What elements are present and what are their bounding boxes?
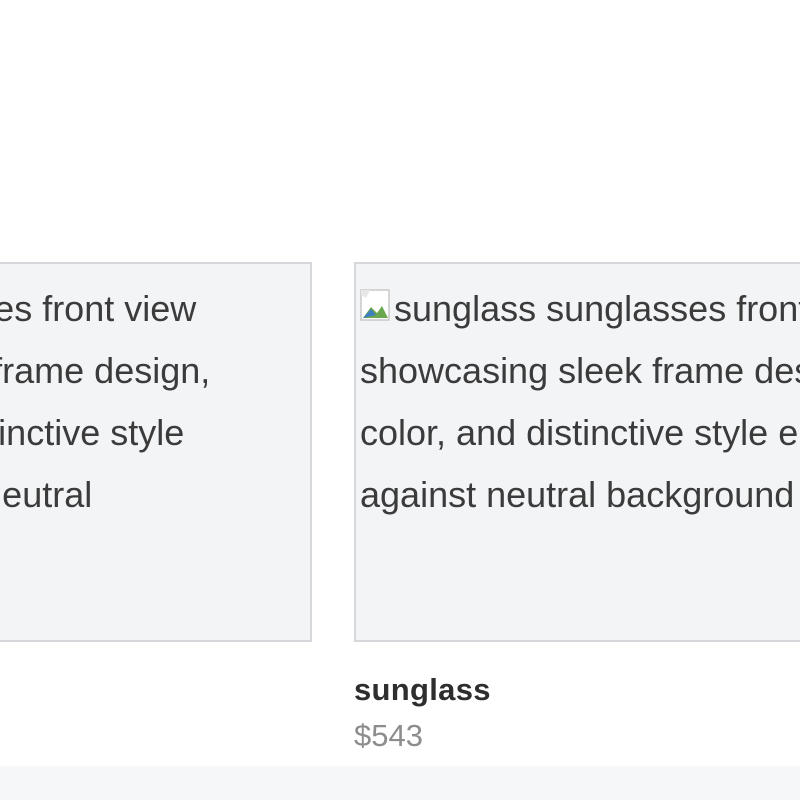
product-card[interactable]: sunglass sunglasses front view showcasin… — [0, 262, 312, 642]
product-image[interactable]: sunglass sunglasses front view showcasin… — [354, 262, 800, 642]
broken-image-icon — [360, 289, 392, 323]
alt-text-content: sunglass sunglasses front view showcasin… — [0, 288, 211, 515]
footer-strip — [0, 766, 800, 800]
product-image[interactable]: sunglass sunglasses front view showcasin… — [0, 262, 312, 642]
product-card[interactable]: sunglass sunglasses front view showcasin… — [354, 262, 800, 754]
image-alt-text: sunglass sunglasses front view showcasin… — [0, 278, 260, 588]
product-name[interactable]: sunglass — [354, 672, 800, 708]
product-price: $543 — [354, 718, 423, 753]
alt-text-content: sunglass sunglasses front view showcasin… — [360, 288, 800, 515]
product-grid-viewport: sunglass sunglasses front view showcasin… — [0, 0, 800, 800]
image-alt-text: sunglass sunglasses front view showcasin… — [360, 278, 800, 526]
